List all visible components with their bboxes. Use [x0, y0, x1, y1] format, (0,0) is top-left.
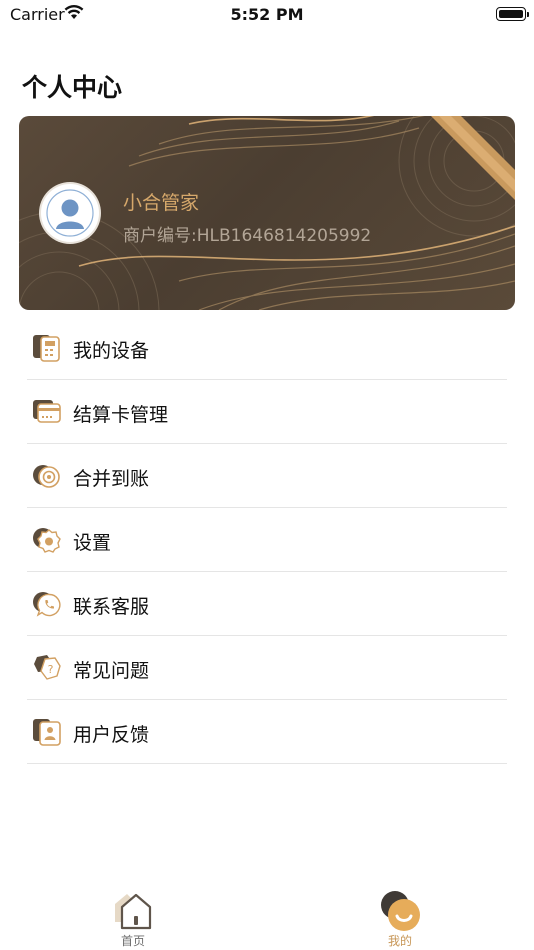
- settings-menu: 我的设备 结算卡管理 合并到账 设置 联系客服 ? 常见问题 用户反馈: [27, 316, 507, 764]
- clock: 5:52 PM: [230, 5, 304, 24]
- menu-item-label: 常见问题: [73, 660, 150, 682]
- tab-mine[interactable]: 我的: [350, 880, 450, 950]
- gear-icon: [33, 526, 61, 554]
- battery-icon: [496, 7, 529, 21]
- home-icon: [113, 890, 153, 934]
- menu-item-merge-arrival[interactable]: 合并到账: [27, 444, 507, 508]
- tab-label: 我的: [387, 934, 412, 948]
- phone-chat-icon: [33, 590, 61, 618]
- svg-text:?: ?: [48, 663, 54, 676]
- tab-home[interactable]: 首页: [83, 880, 183, 950]
- menu-item-label: 结算卡管理: [73, 404, 169, 426]
- page-title: 个人中心: [22, 73, 123, 102]
- menu-item-label: 合并到账: [73, 468, 150, 490]
- menu-item-feedback[interactable]: 用户反馈: [27, 700, 507, 764]
- user-avatar-icon: [46, 189, 94, 237]
- profile-card[interactable]: 小合管家 商户编号:HLB1646814205992: [19, 116, 515, 310]
- menu-item-contact-service[interactable]: 联系客服: [27, 572, 507, 636]
- tab-label: 首页: [120, 934, 145, 948]
- menu-item-label: 设置: [73, 532, 112, 554]
- menu-item-label: 我的设备: [73, 340, 150, 362]
- status-bar: Carrier 5:52 PM: [0, 0, 534, 30]
- feedback-icon: [33, 718, 61, 746]
- menu-item-label: 用户反馈: [73, 724, 150, 746]
- menu-item-settings[interactable]: 设置: [27, 508, 507, 572]
- merchant-id: 商户编号:HLB1646814205992: [123, 226, 372, 246]
- menu-item-my-devices[interactable]: 我的设备: [27, 316, 507, 380]
- menu-item-faq[interactable]: ? 常见问题: [27, 636, 507, 700]
- question-icon: ?: [33, 654, 61, 682]
- avatar[interactable]: [41, 184, 99, 242]
- merge-icon: [33, 462, 61, 490]
- smile-face-icon: [380, 890, 422, 936]
- menu-item-settlement-card[interactable]: 结算卡管理: [27, 380, 507, 444]
- device-icon: [33, 334, 61, 362]
- tab-bar: 首页 我的: [0, 880, 534, 950]
- menu-item-label: 联系客服: [73, 596, 150, 618]
- merchant-name: 小合管家: [123, 192, 200, 214]
- card-icon: [33, 398, 61, 426]
